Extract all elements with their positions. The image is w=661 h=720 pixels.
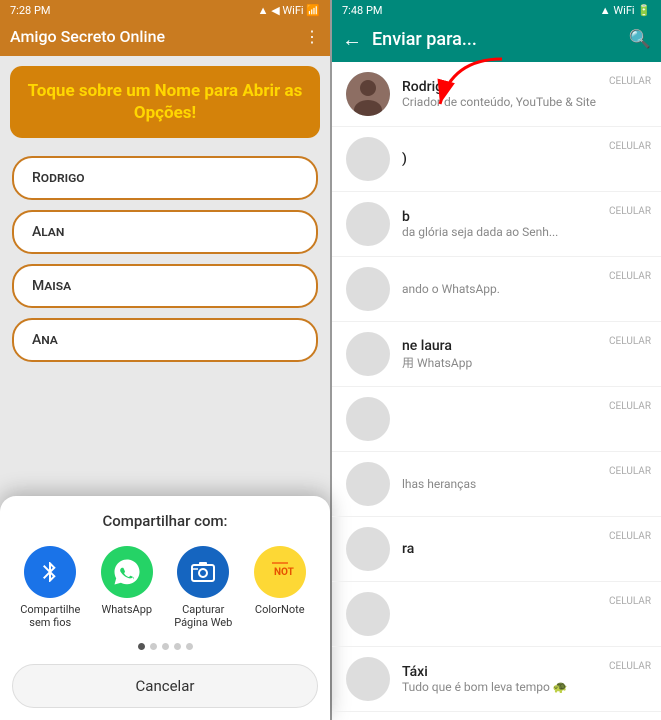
contact-type-6: CELULAR (609, 401, 651, 412)
contact-item-3[interactable]: b da glória seja dada ao Senh... CELULAR (332, 192, 661, 257)
avatar-placeholder-taxi (346, 657, 390, 701)
app-title: Amigo Secreto Online (10, 27, 165, 46)
dot-4 (174, 643, 181, 650)
status-icons-left: ▲ ◀ WiFi 📶 (258, 4, 320, 17)
avatar-placeholder-2 (346, 137, 390, 181)
capture-label: Capturar Página Web (169, 603, 237, 629)
dot-2 (150, 643, 157, 650)
status-bar-left: 7:28 PM ▲ ◀ WiFi 📶 (0, 0, 330, 21)
share-app-bluetooth[interactable]: Compartilhe sem fios (16, 546, 84, 629)
status-bar-right: 7:48 PM ▲ WiFi 🔋 (332, 0, 661, 21)
capture-icon (177, 546, 229, 598)
avatar-rodrigo (346, 72, 390, 116)
colornote-label: ColorNote (255, 603, 305, 616)
share-app-capture[interactable]: Capturar Página Web (169, 546, 237, 629)
contact-item-9[interactable]: CELULAR (332, 582, 661, 647)
contact-item-2[interactable]: ) CELULAR (332, 127, 661, 192)
avatar-placeholder-6 (346, 397, 390, 441)
contact-type-taxi: CELULAR (609, 661, 651, 672)
back-button[interactable]: ← (342, 27, 362, 52)
whatsapp-icon (101, 546, 153, 598)
avatar-placeholder-4 (346, 267, 390, 311)
dot-3 (162, 643, 169, 650)
contact-name-8: ra (402, 541, 647, 557)
contact-sub-3: da glória seja dada ao Senh... (402, 225, 647, 239)
contact-type-2: CELULAR (609, 141, 651, 152)
menu-icon[interactable]: ⋮ (304, 27, 320, 46)
cancel-button[interactable]: Cancelar (12, 664, 318, 708)
contact-type-3: CELULAR (609, 206, 651, 217)
contact-sub-taxi: Tudo que é bom leva tempo 🐢 (402, 680, 647, 694)
time-left: 7:28 PM (10, 4, 50, 17)
contact-type-5: CELULAR (609, 336, 651, 347)
orange-banner: Toque sobre um Nome para Abrir as Opções… (10, 66, 320, 138)
contact-sub-4: ando o WhatsApp. (402, 282, 647, 296)
dot-5 (186, 643, 193, 650)
name-item-rodrigo[interactable]: Rodrigo (12, 156, 318, 200)
bluetooth-label: Compartilhe sem fios (16, 603, 84, 629)
avatar-placeholder-7 (346, 462, 390, 506)
contact-item-4[interactable]: ando o WhatsApp. CELULAR (332, 257, 661, 322)
share-apps: Compartilhe sem fios WhatsApp (12, 546, 318, 629)
contact-info-4: ando o WhatsApp. (402, 282, 647, 296)
right-panel: 7:48 PM ▲ WiFi 🔋 ← Enviar para... 🔍 (332, 0, 661, 720)
screen-title: Enviar para... (372, 29, 477, 50)
contact-type-4: CELULAR (609, 271, 651, 282)
contact-info-2: ) (402, 151, 647, 167)
top-bar-left: Amigo Secreto Online ⋮ (0, 21, 330, 56)
share-title: Compartilhar com: (12, 512, 318, 530)
contact-name-2: ) (402, 151, 647, 167)
avatar-placeholder-3 (346, 202, 390, 246)
contact-info-8: ra (402, 541, 647, 557)
contact-item-6[interactable]: CELULAR (332, 387, 661, 452)
page-dots (12, 643, 318, 650)
contact-item-taxi[interactable]: Táxi Tudo que é bom leva tempo 🐢 CELULAR (332, 647, 661, 712)
name-item-maisa[interactable]: Maisa (12, 264, 318, 308)
top-bar-group: ← Enviar para... (342, 27, 477, 52)
contact-type-8: CELULAR (609, 531, 651, 542)
share-app-colornote[interactable]: NOTE ColorNote (246, 546, 314, 616)
contact-list: Rodrigo Criador de conteúdo, YouTube & S… (332, 62, 661, 720)
name-item-ana[interactable]: Ana (12, 318, 318, 362)
bluetooth-icon (24, 546, 76, 598)
contact-type-7: CELULAR (609, 466, 651, 477)
share-app-whatsapp[interactable]: WhatsApp (93, 546, 161, 616)
contact-item-8[interactable]: ra CELULAR (332, 517, 661, 582)
search-icon[interactable]: 🔍 (629, 29, 651, 50)
contact-info-7: lhas heranças (402, 477, 647, 491)
name-item-alan[interactable]: Alan (12, 210, 318, 254)
svg-text:NOTE: NOTE (274, 567, 294, 578)
contact-sub-7: lhas heranças (402, 477, 647, 491)
avatar-placeholder-9 (346, 592, 390, 636)
left-panel: 7:28 PM ▲ ◀ WiFi 📶 Amigo Secreto Online … (0, 0, 330, 720)
banner-text: Toque sobre um Nome para Abrir as Opções… (28, 81, 303, 123)
whatsapp-label: WhatsApp (101, 603, 152, 616)
contact-item-7[interactable]: lhas heranças CELULAR (332, 452, 661, 517)
dot-1 (138, 643, 145, 650)
contact-type-9: CELULAR (609, 596, 651, 607)
share-dialog: Compartilhar com: Compartilhe sem fios (0, 496, 330, 720)
contact-type-rodrigo: CELULAR (609, 76, 651, 87)
status-icons-right: ▲ WiFi 🔋 (600, 4, 651, 17)
time-right: 7:48 PM (342, 4, 382, 17)
avatar-placeholder-8 (346, 527, 390, 571)
red-arrow-right (392, 54, 512, 109)
contact-item-5[interactable]: ne laura 用 WhatsApp CELULAR (332, 322, 661, 387)
colornote-icon: NOTE (254, 546, 306, 598)
avatar-placeholder-5 (346, 332, 390, 376)
contact-sub-5: 用 WhatsApp (402, 354, 647, 371)
